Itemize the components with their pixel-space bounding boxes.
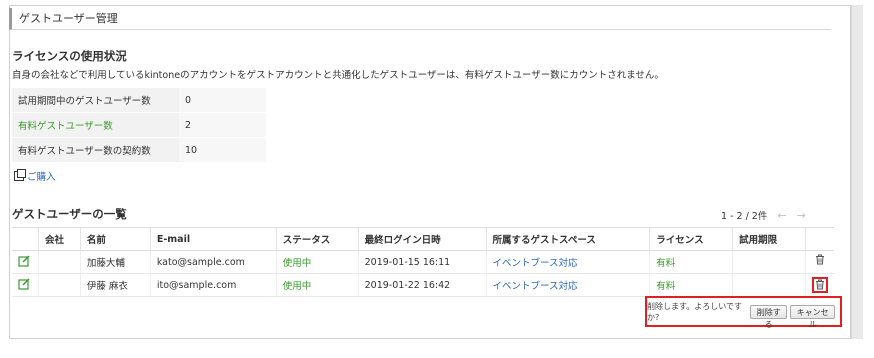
trial-cell [732,273,806,297]
usage-row: 有料ゲストユーザー数の契約数 10 [12,137,266,163]
column-header-last-login: 最終ログイン日時 [358,227,487,251]
usage-value: 2 [179,112,266,138]
delete-button[interactable] [812,254,828,270]
table-header-row: 会社 名前 E-mail ステータス 最終ログイン日時 所属するゲストスペース … [12,227,834,251]
usage-label: 有料ゲストユーザー数の契約数 [12,137,179,163]
license-usage-table: 試用期間中のゲストユーザー数 0 有料ゲストユーザー数 2 有料ゲストユーザー数… [12,88,266,163]
edit-cell [12,273,39,297]
last-login-cell: 2019-01-22 16:42 [358,273,487,297]
license-description: 自身の会社などで利用しているkintoneのアカウントをゲストアカウントと共通化… [12,70,664,81]
guest-user-table: 会社 名前 E-mail ステータス 最終ログイン日時 所属するゲストスペース … [12,227,834,297]
usage-value: 0 [179,88,266,113]
guest-space-link[interactable]: イベントブース対応 [486,273,651,297]
guest-list-heading: ゲストユーザーの一覧 [12,207,127,221]
column-header-license: ライセンス [649,227,734,251]
company-cell [38,273,81,297]
last-login-cell: 2019-01-15 16:11 [358,250,487,274]
email-cell: kato@sample.com [150,250,277,274]
usage-label: 有料ゲストユーザー数 [12,112,179,138]
license-cell: 有料 [649,273,734,297]
edit-icon[interactable] [18,278,30,290]
pager: 1 - 2 / 2件 ← → [721,208,806,223]
status-cell: 使用中 [276,273,359,297]
usage-value: 10 [179,137,266,163]
confirm-message: 削除します。よろしいですか? [647,301,742,322]
name-cell: 伊藤 麻衣 [80,273,151,297]
column-header-company: 会社 [38,227,81,251]
trash-icon [816,254,824,265]
column-header-email: E-mail [150,227,277,251]
column-header-trial: 試用期限 [732,227,806,251]
edit-icon[interactable] [18,255,30,267]
usage-label: 試用期間中のゲストユーザー数 [12,88,179,113]
company-cell [38,250,81,274]
column-header-name: 名前 [80,227,151,251]
email-cell: ito@sample.com [150,273,277,297]
confirm-delete-button[interactable]: 削除する [750,304,788,329]
trial-cell [732,250,806,274]
column-header-edit [12,227,39,251]
pager-count: 1 - 2 / 2件 [721,211,768,222]
guest-space-link[interactable]: イベントブース対応 [486,250,651,274]
delete-cell [805,250,834,274]
name-cell: 加藤大輔 [80,250,151,274]
purchase-link[interactable]: ご購入 [14,169,56,183]
delete-confirm-popup: 削除します。よろしいですか? 削除する キャンセル [645,296,842,329]
purchase-link-label[interactable]: ご購入 [27,169,56,183]
column-header-status: ステータス [276,227,359,251]
next-page-icon[interactable]: → [797,209,806,222]
usage-row: 試用期間中のゲストユーザー数 0 [12,88,266,113]
license-cell: 有料 [649,250,734,274]
edit-cell [12,250,39,274]
column-header-delete [805,227,834,251]
trash-icon [816,279,824,290]
scrollbar[interactable] [851,5,863,339]
table-row: 加藤大輔 kato@sample.com 使用中 2019-01-15 16:1… [12,250,834,274]
table-row: 伊藤 麻衣 ito@sample.com 使用中 2019-01-22 16:4… [12,273,834,297]
cancel-button[interactable]: キャンセル [790,304,835,329]
status-cell: 使用中 [276,250,359,274]
usage-row: 有料ゲストユーザー数 2 [12,112,266,138]
delete-button[interactable] [812,277,828,293]
license-heading: ライセンスの使用状況 [12,49,127,63]
page-title: ゲストユーザー管理 [9,8,831,30]
prev-page-icon[interactable]: ← [777,209,786,222]
delete-cell [805,273,834,297]
external-window-icon [14,169,26,181]
column-header-guest-space: 所属するゲストスペース [486,227,651,251]
